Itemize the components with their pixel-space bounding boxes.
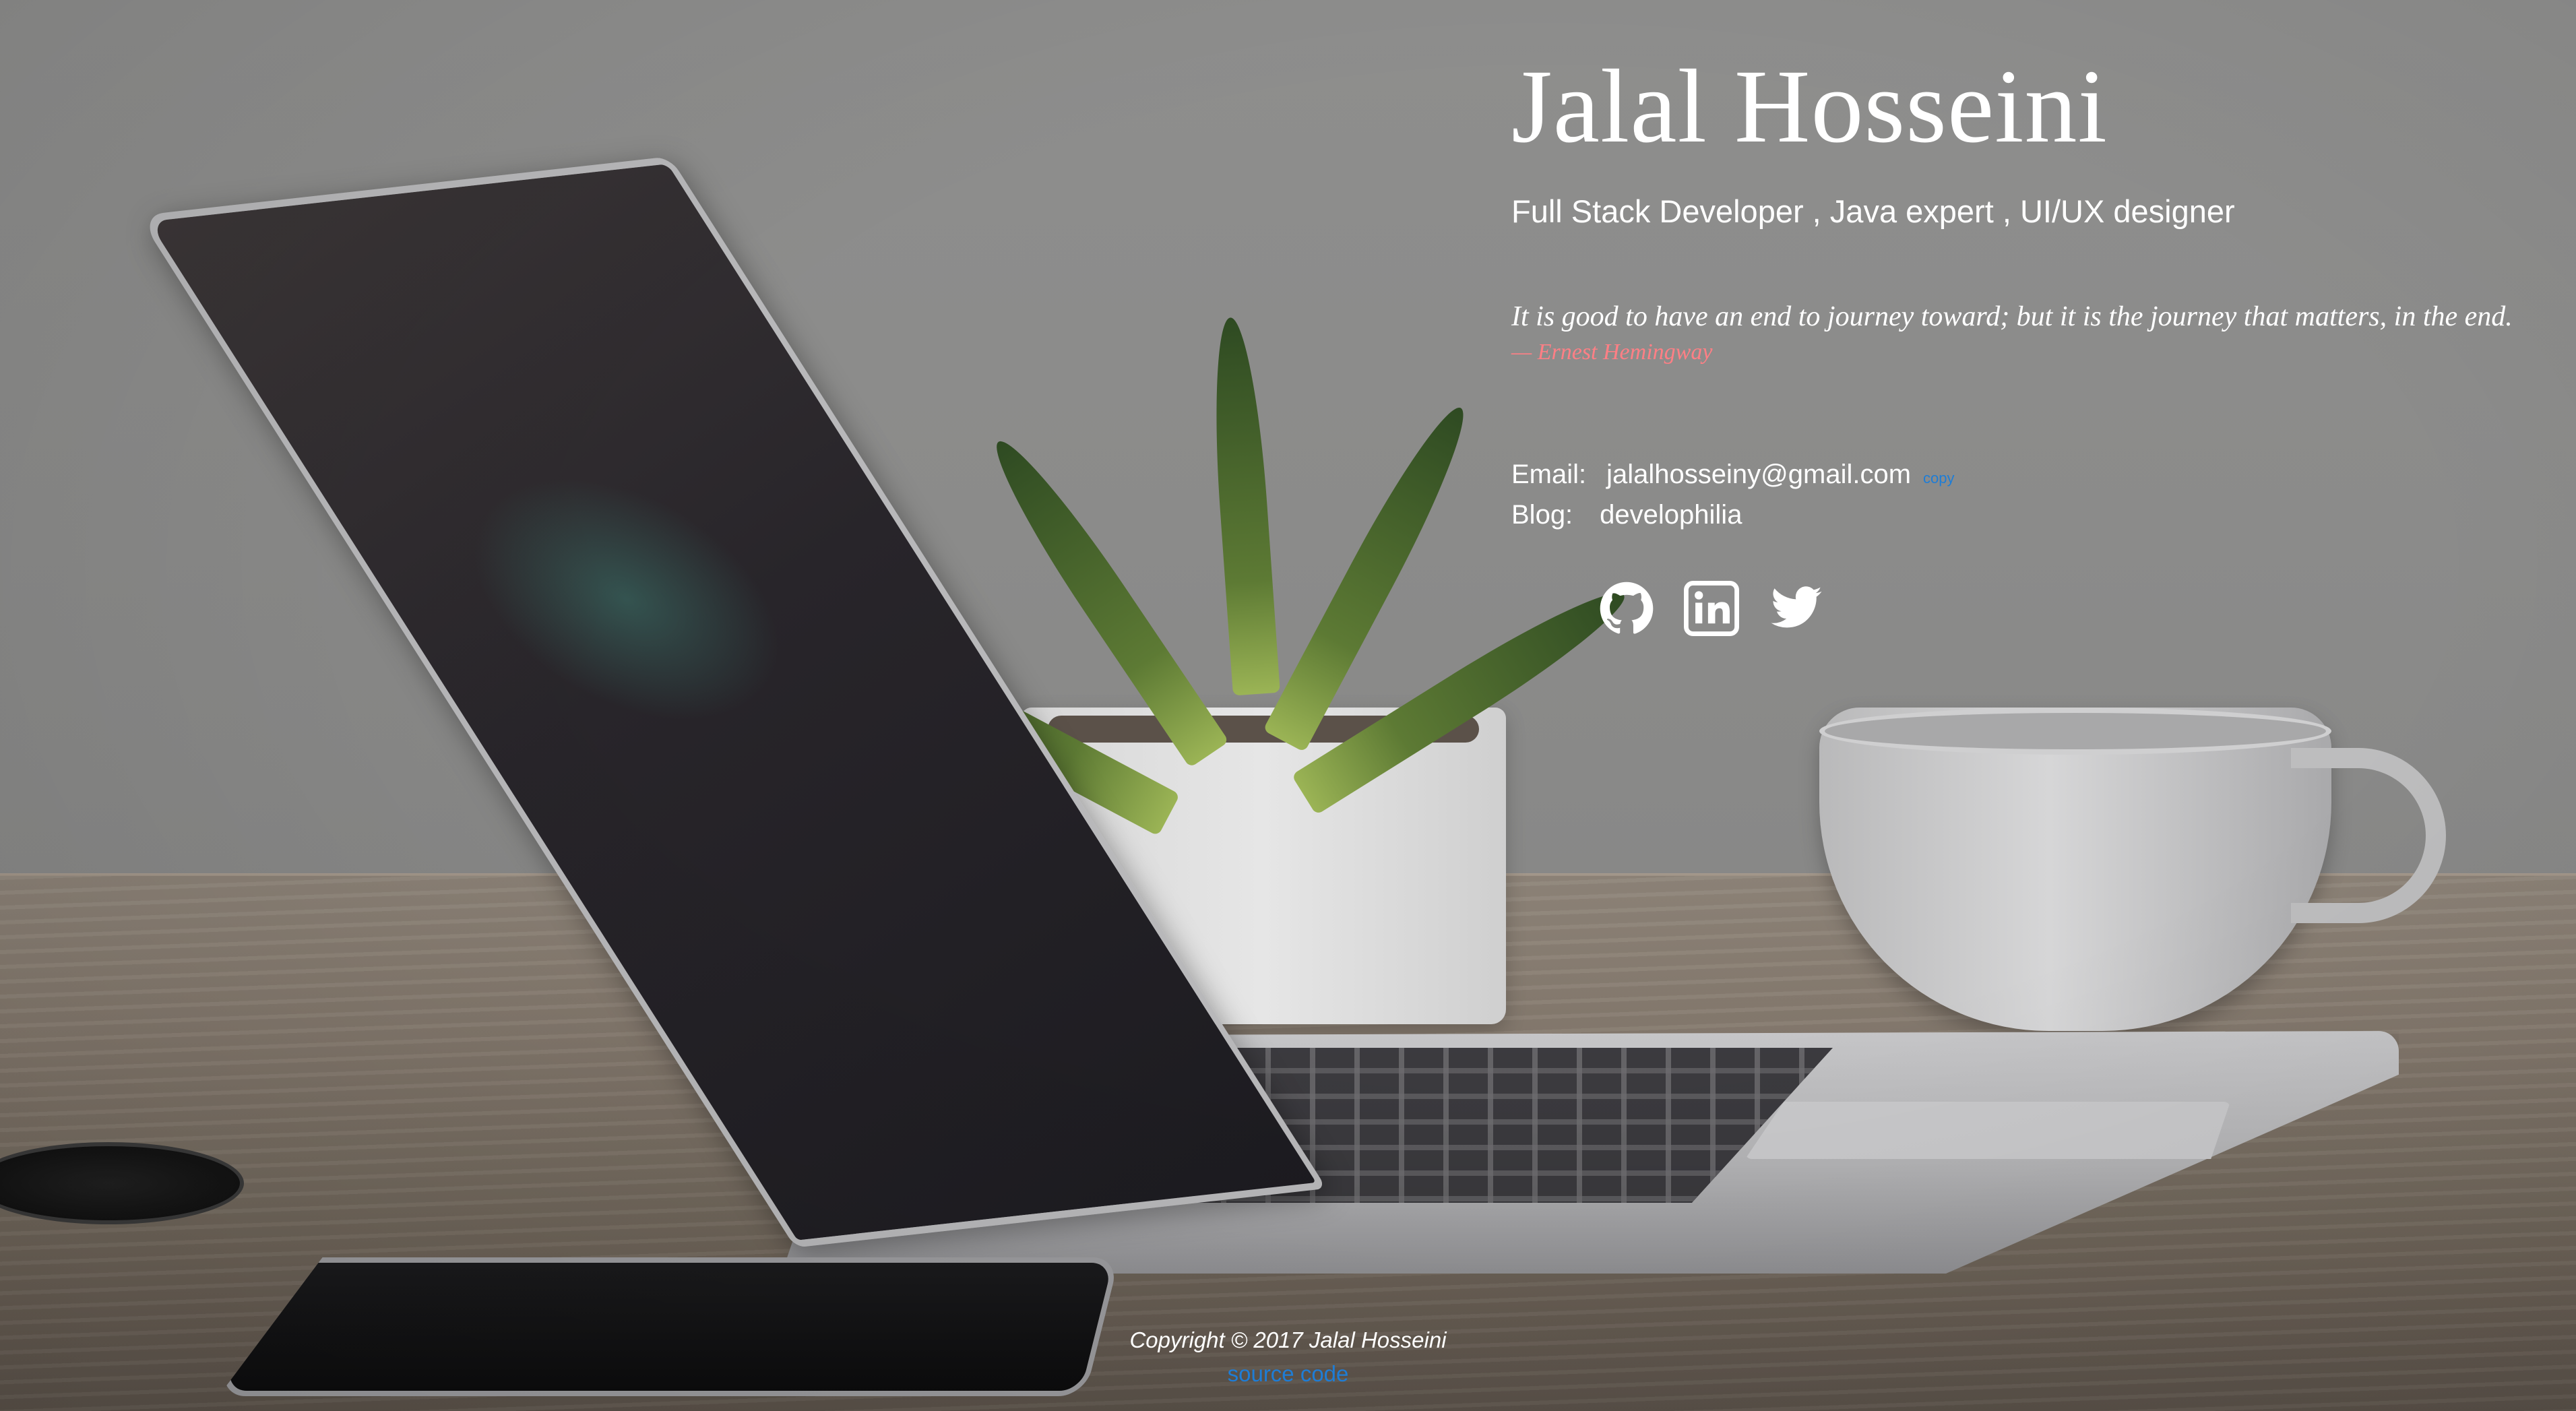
blog-label: Blog: [1511, 500, 1573, 530]
email-row: Email: jalalhosseiny@gmail.com copy [1511, 460, 2563, 500]
footer: Copyright © 2017 Jalal Hosseini source c… [0, 1327, 2576, 1387]
twitter-link[interactable] [1769, 581, 1824, 636]
copy-email-link[interactable]: copy [1923, 470, 1954, 487]
blog-link[interactable]: develophilia [1600, 500, 1742, 530]
twitter-icon [1771, 586, 1822, 628]
blog-row: Blog: develophilia [1511, 500, 2563, 540]
github-icon [1600, 582, 1654, 634]
profile-name: Jalal Hosseini [1511, 48, 2108, 164]
email-label: Email: [1511, 460, 1587, 489]
profile-panel: Jalal Hosseini Full Stack Developer , Ja… [1511, 54, 2563, 636]
quote-author: — Ernest Hemingway [1511, 340, 1713, 365]
copyright-text: Copyright © 2017 Jalal Hosseini [1129, 1327, 1447, 1352]
linkedin-link[interactable] [1684, 581, 1739, 636]
profile-subtitle: Full Stack Developer , Java expert , UI/… [1511, 193, 2235, 229]
contact-info: Email: jalalhosseiny@gmail.com copy Blog… [1511, 460, 2563, 540]
email-value[interactable]: jalalhosseiny@gmail.com [1606, 460, 1911, 490]
source-code-link[interactable]: source code [0, 1361, 2576, 1387]
linkedin-icon [1684, 581, 1739, 636]
quote-text: It is good to have an end to journey tow… [1511, 301, 2513, 332]
github-link[interactable] [1599, 581, 1654, 636]
quote-block: It is good to have an end to journey tow… [1511, 301, 2563, 365]
social-links [1599, 581, 2563, 636]
